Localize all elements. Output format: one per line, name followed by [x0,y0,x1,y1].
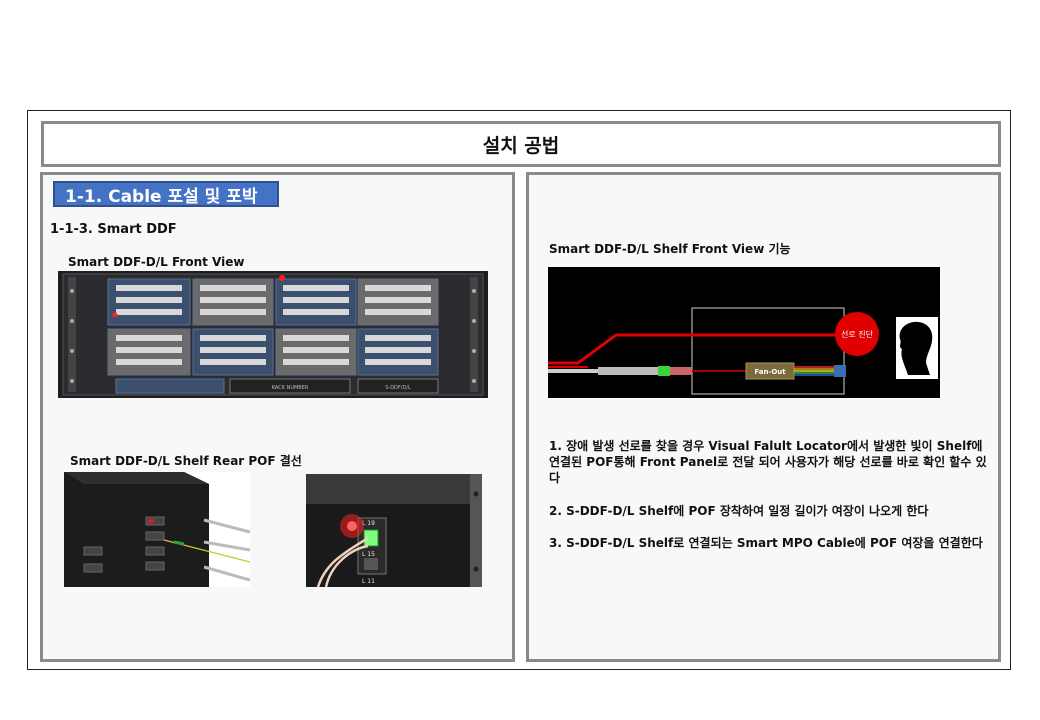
fault-locator-diagram: Fan-Out 선로 진단 [548,267,940,398]
port-label-l11: L 11 [362,578,375,585]
serial-label: S-DDF/D/L [385,385,411,391]
port-label-l15: L 15 [362,551,375,558]
rear-shelf-illustration [64,472,250,587]
slide-title: 설치 공법 [41,121,1001,167]
front-view-caption: Smart DDF-D/L Front View [68,255,245,269]
note-2: 2. S-DDF-D/L Shelf에 POF 장착하여 일정 길이가 여장이 … [549,504,929,518]
subsection-heading: 1-1-3. Smart DDF [50,222,177,237]
fault-locator-illustration: Fan-Out 선로 진단 [548,267,940,398]
ddf-front-illustration: RACK NUMBER S-DDF/D/L [58,271,488,398]
ddf-rear-photo-left [64,472,250,587]
ddf-front-photo: RACK NUMBER S-DDF/D/L [58,271,488,398]
rear-pof-caption: Smart DDF-D/L Shelf Rear POF 결선 [70,454,302,468]
cut-label: 선로 진단 [841,329,874,339]
left-panel [40,172,515,662]
ddf-rear-photo-right: L 19 L 15 L 11 [306,474,482,587]
rack-number-label: RACK NUMBER [272,385,309,391]
section-tag: 1-1. Cable 포설 및 포박 [53,181,279,207]
note-3: 3. S-DDF-D/L Shelf로 연결되는 Smart MPO Cable… [549,536,983,550]
fanout-label: Fan-Out [754,368,786,376]
note-1: 1. 장애 발생 선로를 찾을 경우 Visual Falult Locator… [549,439,987,485]
function-caption: Smart DDF-D/L Shelf Front View 기능 [549,242,791,256]
rear-port-closeup: L 19 L 15 L 11 [306,474,482,587]
